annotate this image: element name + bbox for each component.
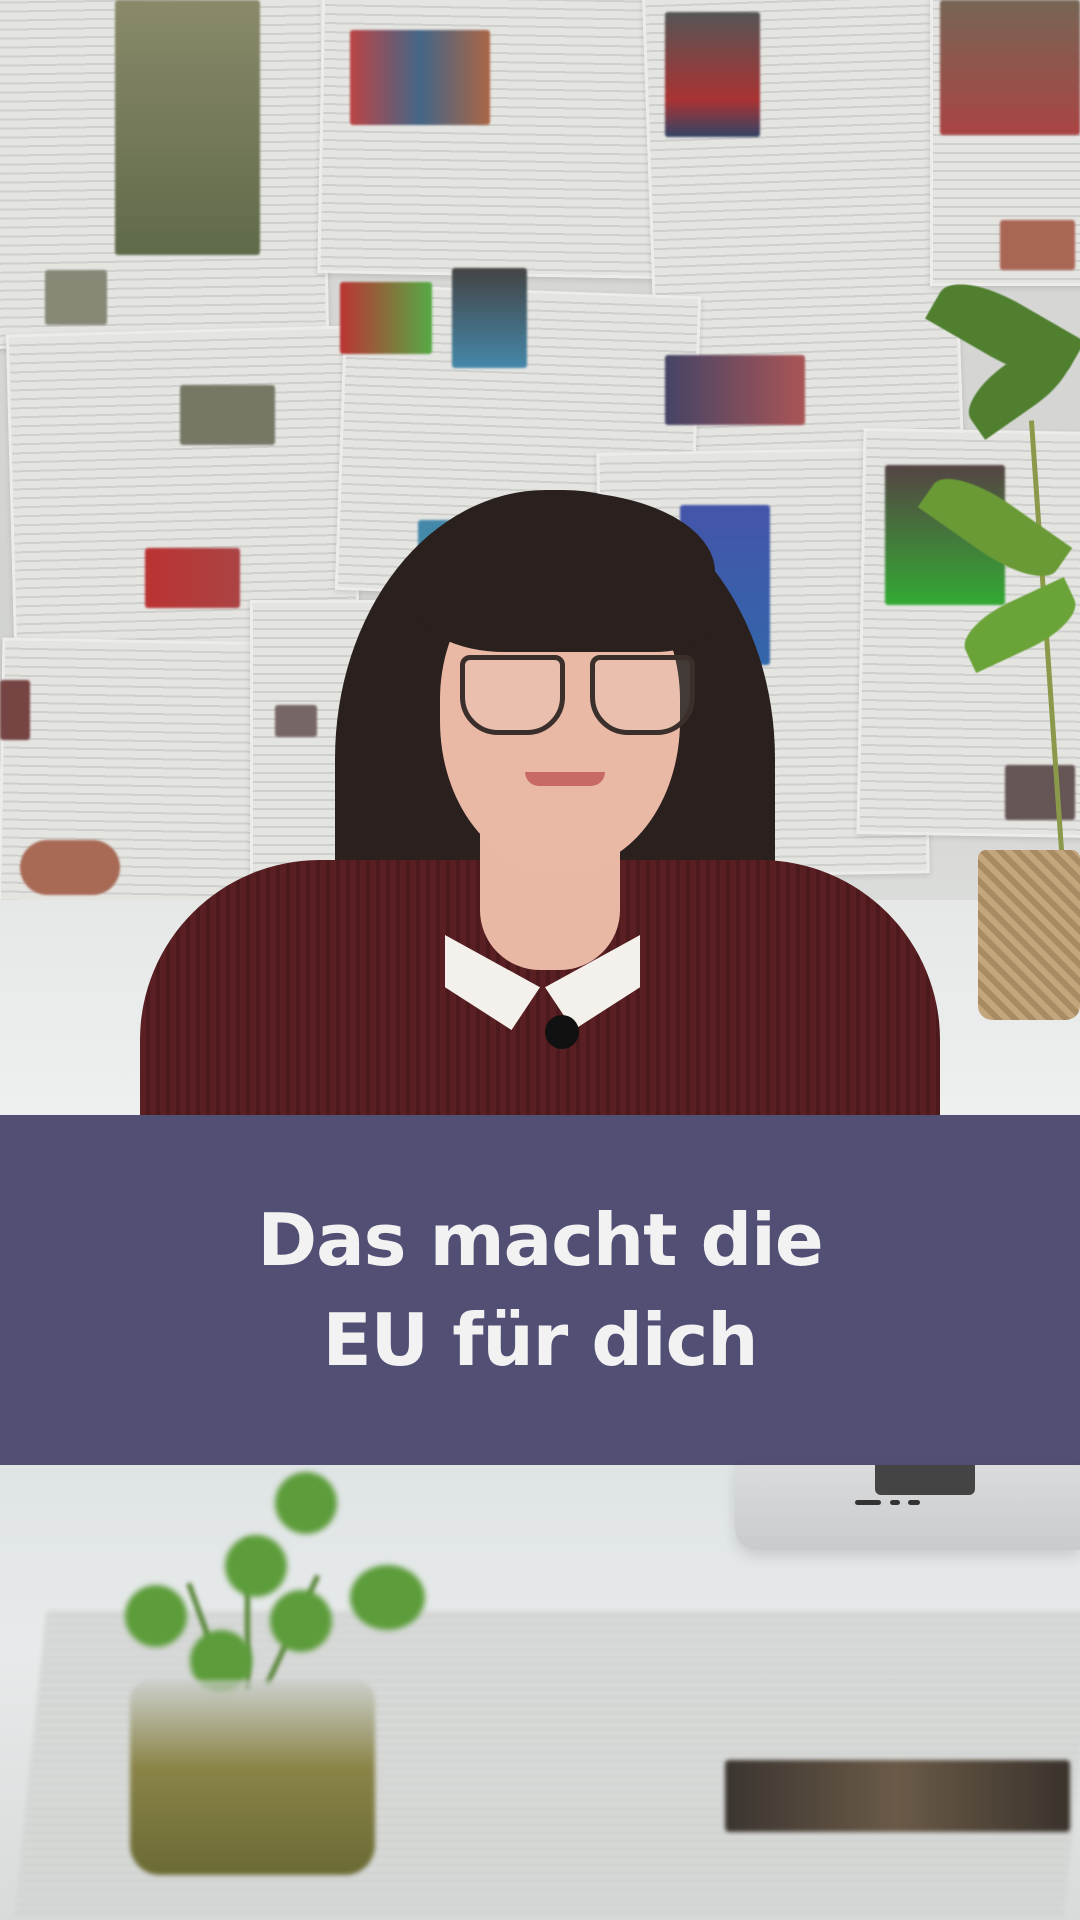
- speaker-person: [0, 0, 1080, 1160]
- title-banner: Das macht die EU für dich: [0, 1115, 1080, 1465]
- title-line-2: EU für dich: [322, 1298, 758, 1382]
- microphone-icon: [545, 1015, 579, 1049]
- title-line-1: Das macht die: [257, 1198, 823, 1282]
- video-frame: Das macht die EU für dich: [0, 0, 1080, 1920]
- glasses-icon: [460, 655, 565, 735]
